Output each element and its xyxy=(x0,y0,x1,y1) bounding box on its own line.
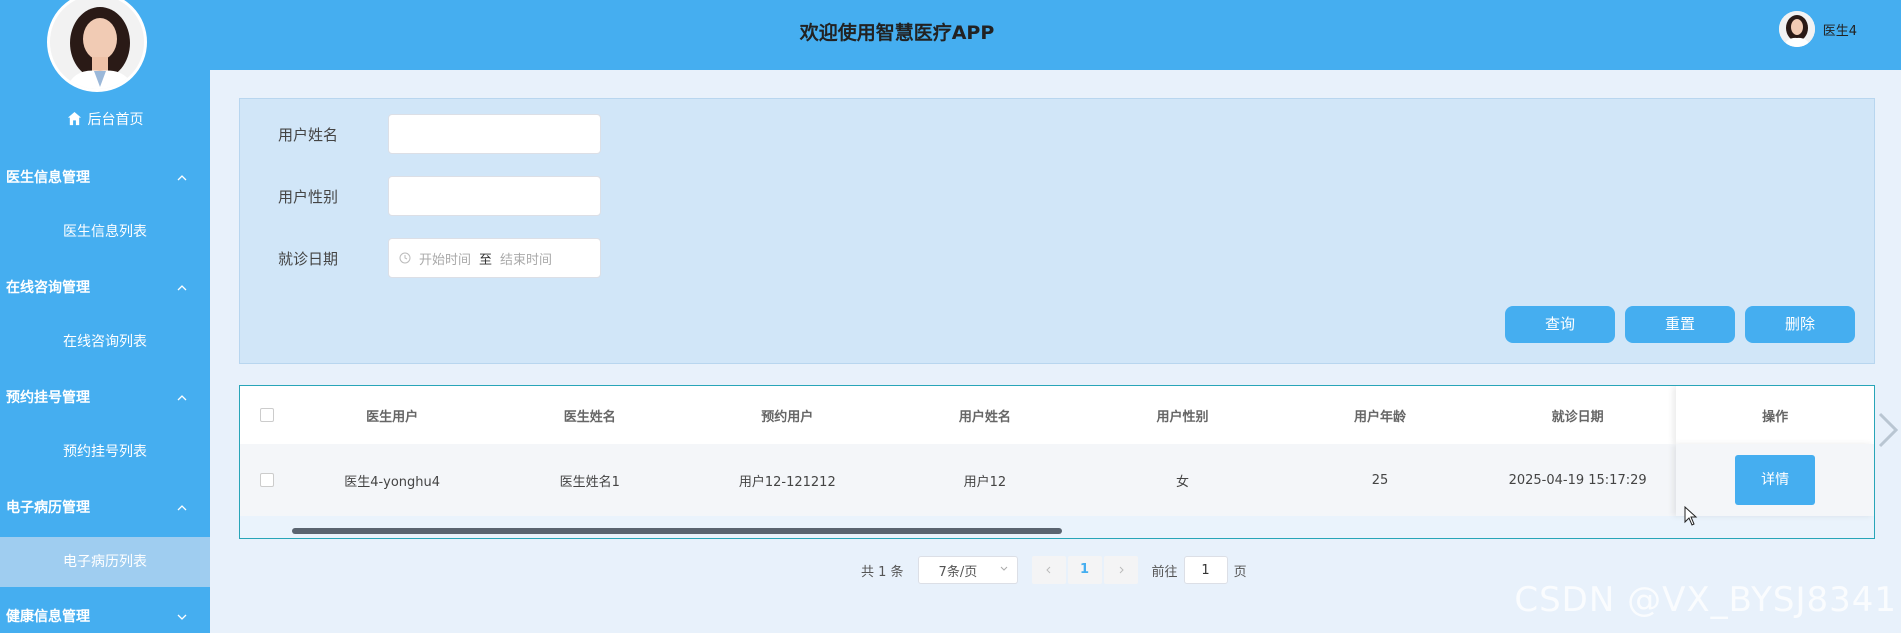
data-table: 医生用户 医生姓名 预约用户 用户姓名 用户性别 用户年龄 就诊日期 操作 医生… xyxy=(239,385,1875,539)
goto-page-input[interactable]: 1 xyxy=(1183,556,1228,584)
sidebar-item-label: 医生信息列表 xyxy=(63,224,147,240)
sidebar-group-label: 在线咨询管理 xyxy=(6,280,90,296)
end-date-placeholder: 结束时间 xyxy=(500,252,553,268)
pagination: 共 1 条 7条/页 1 前往 1 页 xyxy=(861,556,1247,584)
page-number[interactable]: 1 xyxy=(1067,556,1102,584)
chevron-right-icon xyxy=(1119,566,1124,574)
column-header[interactable]: 用户年龄 xyxy=(1281,406,1479,425)
sidebar-group-label: 医生信息管理 xyxy=(6,170,90,186)
chevron-up-icon xyxy=(176,378,188,418)
table-cell: 2025-04-19 15:17:29 xyxy=(1508,472,1647,488)
page-size-select[interactable]: 7条/页 xyxy=(917,556,1018,584)
sidebar-item-appointment-list[interactable]: 预约挂号列表 xyxy=(0,427,210,477)
select-all-cell xyxy=(240,408,293,422)
sidebar-item-home[interactable]: 后台首页 xyxy=(0,108,210,132)
user-name-row: 用户姓名 xyxy=(278,114,601,154)
chevron-left-icon xyxy=(1045,566,1050,574)
sidebar-item-label: 电子病历列表 xyxy=(63,554,147,570)
table-cell: 用户12-121212 xyxy=(738,474,836,490)
search-panel: 用户姓名 用户性别 就诊日期 开始时间 至 结束时间 查询 重置 删除 xyxy=(239,98,1875,364)
user-name-input[interactable] xyxy=(388,114,601,154)
table-cell: 医生4-yonghu4 xyxy=(344,474,441,490)
chevron-up-icon xyxy=(176,488,188,528)
chevron-down-icon xyxy=(176,597,188,633)
next-page-button[interactable] xyxy=(1103,556,1138,584)
select-all-checkbox[interactable] xyxy=(259,408,274,422)
visit-date-row: 就诊日期 开始时间 至 结束时间 xyxy=(278,238,601,278)
table-header: 医生用户 医生姓名 预约用户 用户姓名 用户性别 用户年龄 就诊日期 操作 xyxy=(240,386,1874,444)
sidebar-group-label: 电子病历管理 xyxy=(6,500,90,516)
sidebar-group-doctor-info[interactable]: 医生信息管理 xyxy=(0,158,210,198)
reset-button[interactable]: 重置 xyxy=(1625,306,1735,343)
chevron-down-icon xyxy=(999,563,1009,578)
user-gender-row: 用户性别 xyxy=(278,176,601,216)
row-checkbox[interactable] xyxy=(259,473,274,487)
sidebar-item-label: 预约挂号列表 xyxy=(63,444,147,460)
sidebar-group-label: 健康信息管理 xyxy=(6,609,90,625)
avatar xyxy=(1778,11,1815,47)
column-header[interactable]: 医生姓名 xyxy=(491,406,689,425)
sidebar-group-health[interactable]: 健康信息管理 xyxy=(0,597,210,633)
row-select-cell xyxy=(240,473,293,487)
clock-icon xyxy=(399,252,411,264)
column-header[interactable]: 预约用户 xyxy=(689,406,887,425)
sidebar-item-label: 在线咨询列表 xyxy=(63,334,147,350)
home-icon xyxy=(67,111,81,126)
page-title: 欢迎使用智慧医疗APP xyxy=(799,22,995,44)
sidebar-item-label: 后台首页 xyxy=(87,112,144,128)
user-name-label: 用户姓名 xyxy=(278,125,339,144)
column-header-actions: 操作 xyxy=(1676,386,1874,444)
user-gender-input[interactable] xyxy=(388,176,601,216)
table-row[interactable]: 医生4-yonghu4 医生姓名1 用户12-121212 用户12 女 25 … xyxy=(240,444,1874,516)
pager: 1 xyxy=(1031,556,1138,584)
column-header[interactable]: 就诊日期 xyxy=(1479,406,1677,425)
user-gender-label: 用户性别 xyxy=(278,187,339,206)
actions-cell: 详情 xyxy=(1676,444,1874,516)
table-cell: 25 xyxy=(1371,472,1389,488)
sidebar-avatar xyxy=(47,0,147,92)
mouse-cursor-icon xyxy=(1684,505,1698,526)
sidebar-group-appointment[interactable]: 预约挂号管理 xyxy=(0,378,210,418)
table-cell: 医生姓名1 xyxy=(559,474,620,490)
delete-button[interactable]: 删除 xyxy=(1745,306,1855,343)
chevron-up-icon xyxy=(176,158,188,198)
prev-page-button[interactable] xyxy=(1031,556,1066,584)
column-header[interactable]: 用户姓名 xyxy=(886,406,1084,425)
detail-button[interactable]: 详情 xyxy=(1735,455,1816,505)
table-cell: 女 xyxy=(1175,474,1189,490)
page-size-value: 7条/页 xyxy=(938,564,978,580)
main-content: 用户姓名 用户性别 就诊日期 开始时间 至 结束时间 查询 重置 删除 医生用户… xyxy=(210,70,1901,633)
sidebar-group-emr[interactable]: 电子病历管理 xyxy=(0,488,210,528)
top-header: 欢迎使用智慧医疗APP 医生4 xyxy=(210,0,1901,70)
visit-date-range-picker[interactable]: 开始时间 至 结束时间 xyxy=(388,238,601,278)
goto-suffix: 页 xyxy=(1233,564,1247,580)
user-menu[interactable]: 医生4 xyxy=(1778,10,1857,48)
total-count: 共 1 条 xyxy=(861,564,904,580)
sidebar-item-emr-list[interactable]: 电子病历列表 xyxy=(0,537,210,587)
watermark: CSDN @VX_BYSJ8341 xyxy=(1514,580,1897,620)
sidebar-group-label: 预约挂号管理 xyxy=(6,390,90,406)
goto-prefix: 前往 xyxy=(1151,564,1178,580)
user-name: 医生4 xyxy=(1822,23,1857,39)
query-button[interactable]: 查询 xyxy=(1505,306,1615,343)
goto-page: 前往 1 页 xyxy=(1152,556,1247,584)
sidebar-item-doctor-list[interactable]: 医生信息列表 xyxy=(0,207,210,257)
start-date-placeholder: 开始时间 xyxy=(419,252,472,268)
sidebar-item-consult-list[interactable]: 在线咨询列表 xyxy=(0,317,210,367)
chevron-right-icon[interactable] xyxy=(1872,410,1901,450)
column-header[interactable]: 医生用户 xyxy=(293,406,491,425)
visit-date-label: 就诊日期 xyxy=(278,249,339,268)
column-header[interactable]: 用户性别 xyxy=(1084,406,1282,425)
table-cell: 用户12 xyxy=(963,474,1007,490)
chevron-up-icon xyxy=(176,268,188,308)
horizontal-scrollbar-thumb[interactable] xyxy=(292,528,1062,534)
sidebar-group-consult[interactable]: 在线咨询管理 xyxy=(0,268,210,308)
sidebar: 后台首页 医生信息管理 医生信息列表 在线咨询管理 在线咨询列表 预约挂号管理 … xyxy=(0,0,210,633)
range-separator: 至 xyxy=(479,252,493,268)
